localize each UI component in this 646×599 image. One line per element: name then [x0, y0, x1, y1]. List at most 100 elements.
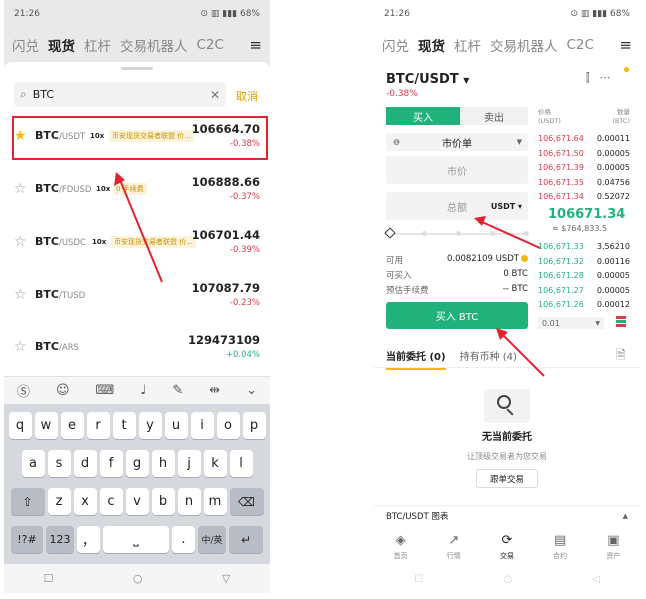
sogou-icon[interactable]: Ⓢ — [17, 381, 30, 400]
slider-tick[interactable] — [456, 231, 461, 236]
buy-btc-button[interactable]: 买入 BTC — [386, 302, 528, 329]
orderbook-layout-icon[interactable] — [616, 316, 626, 328]
home-icon[interactable]: ○ — [503, 574, 512, 585]
key-x[interactable]: x — [73, 488, 97, 515]
slider-handle[interactable] — [384, 227, 396, 239]
orderbook-row[interactable]: 106,671.26 0.00012 — [538, 300, 630, 309]
slider-tick[interactable] — [524, 231, 529, 236]
enter-key[interactable]: ↵ — [229, 526, 263, 553]
tab-margin[interactable]: 杠杆 — [84, 35, 111, 55]
pair-selector[interactable]: BTC/USDT ▼ — [386, 72, 469, 87]
precision-select[interactable]: 0.01 ▼ — [538, 317, 604, 329]
sell-tab[interactable]: 卖出 — [460, 107, 528, 125]
cancel-button[interactable]: 取消 — [236, 88, 258, 104]
comma-key[interactable]: ， — [77, 526, 100, 553]
sheet-grabber[interactable] — [121, 67, 153, 70]
result-row[interactable]: ☆ BTC/USDC 10x 币安现货交易者联盟 价... 106701.44 … — [4, 220, 270, 272]
star-icon[interactable]: ☆ — [14, 287, 27, 303]
tab-trade[interactable]: ⟳ 交易 — [500, 533, 514, 561]
symbol-key[interactable]: !?# — [11, 526, 43, 553]
amount-field[interactable]: 总额 USDT ▾ — [386, 192, 528, 220]
tab-flash-swap[interactable]: 闪兑 — [382, 35, 409, 55]
order-history-icon[interactable]: 🗎 — [616, 346, 626, 367]
key-y[interactable]: y — [138, 412, 162, 439]
key-d[interactable]: d — [73, 450, 97, 477]
key-m[interactable]: m — [203, 488, 227, 515]
amount-slider[interactable] — [384, 227, 529, 239]
back-icon[interactable]: ◁ — [592, 574, 600, 585]
clear-icon[interactable]: ✕ — [210, 88, 220, 102]
chart-toggle-bar[interactable]: BTC/USDT 图表 ▲ — [374, 505, 640, 525]
language-key[interactable]: 中/英 — [198, 526, 226, 553]
orderbook-row[interactable]: 106,671.32 0.00116 — [538, 257, 630, 266]
key-a[interactable]: a — [21, 450, 45, 477]
key-u[interactable]: u — [164, 412, 188, 439]
microphone-icon[interactable]: ♩ — [140, 383, 146, 398]
tab-assets[interactable]: ▣ 资产 — [606, 533, 620, 561]
slider-tick[interactable] — [490, 231, 495, 236]
key-f[interactable]: f — [99, 450, 123, 477]
key-b[interactable]: b — [151, 488, 175, 515]
key-c[interactable]: c — [99, 488, 123, 515]
shift-key[interactable]: ⇧ — [10, 488, 45, 515]
back-icon[interactable]: ▽ — [222, 572, 230, 585]
key-j[interactable]: j — [177, 450, 201, 477]
key-q[interactable]: q — [8, 412, 32, 439]
orderbook-row[interactable]: 106,671.34 0.52072 — [538, 192, 630, 201]
orderbook-row[interactable]: 106,671.50 0.00005 — [538, 149, 630, 158]
cursor-icon[interactable]: ⇹ — [209, 383, 220, 398]
key-z[interactable]: z — [47, 488, 71, 515]
home-icon[interactable]: ○ — [133, 572, 143, 585]
key-p[interactable]: p — [242, 412, 266, 439]
tab-spot[interactable]: 现货 — [418, 35, 445, 55]
number-key[interactable]: 123 — [46, 526, 74, 553]
recent-apps-icon[interactable]: ☐ — [414, 574, 423, 585]
backspace-key[interactable]: ⌫ — [229, 488, 264, 515]
more-icon[interactable]: ⋯ — [600, 71, 621, 84]
orderbook-row[interactable]: 106,671.35 0.04756 — [538, 178, 630, 187]
orderbook-row[interactable]: 106,671.33 3.56210 — [538, 242, 630, 251]
orderbook-row[interactable]: 106,671.39 0.00005 — [538, 163, 630, 172]
key-k[interactable]: k — [203, 450, 227, 477]
tab-margin[interactable]: 杠杆 — [454, 35, 481, 55]
orderbook-row[interactable]: 106,671.27 0.00005 — [538, 286, 630, 295]
key-i[interactable]: i — [190, 412, 214, 439]
emoji-icon[interactable]: ☺ — [56, 383, 70, 398]
orderbook-row[interactable]: 106,671.28 0.00005 — [538, 271, 630, 280]
tab-futures[interactable]: ▤ 合约 — [553, 533, 567, 561]
copy-trading-button[interactable]: 跟单交易 — [476, 469, 538, 488]
key-g[interactable]: g — [125, 450, 149, 477]
price-field[interactable]: 市价 — [386, 156, 528, 184]
keyboard-icon[interactable]: ⌨ — [96, 383, 115, 398]
tab-c2c[interactable]: C2C — [197, 37, 224, 53]
result-row[interactable]: ☆ BTC/TUSD 107087.79 -0.23% — [4, 273, 270, 325]
orderbook-row[interactable]: 106,671.64 0.00011 — [538, 134, 630, 143]
result-row[interactable]: ☆ BTC/FDUSD 10x 0 手续费 106888.66 -0.37% — [4, 167, 270, 219]
amount-unit-select[interactable]: USDT ▾ — [491, 202, 522, 211]
search-input[interactable]: ⌕ BTC ✕ — [14, 82, 226, 107]
key-w[interactable]: w — [34, 412, 58, 439]
key-n[interactable]: n — [177, 488, 201, 515]
tab-markets[interactable]: ↗ 行情 — [447, 533, 461, 561]
tab-trading-bots[interactable]: 交易机器人 — [490, 35, 558, 55]
tab-home[interactable]: ◈ 首页 — [394, 533, 408, 561]
candlestick-icon[interactable]: ⫿ — [586, 71, 600, 84]
tab-c2c[interactable]: C2C — [567, 37, 594, 53]
collapse-icon[interactable]: ⌄ — [246, 383, 257, 398]
recent-apps-icon[interactable]: ☐ — [44, 572, 54, 585]
order-type-select[interactable]: ❶ 市价单 ▼ — [386, 133, 528, 151]
info-icon[interactable]: ❶ — [393, 138, 400, 147]
star-icon[interactable]: ☆ — [14, 234, 27, 250]
key-r[interactable]: r — [86, 412, 110, 439]
space-key[interactable]: ⎵ — [103, 526, 169, 553]
buy-tab[interactable]: 买入 — [386, 107, 460, 125]
key-s[interactable]: s — [47, 450, 71, 477]
handwriting-icon[interactable]: ✎ — [172, 383, 183, 398]
key-t[interactable]: t — [112, 412, 136, 439]
period-key[interactable]: . — [172, 526, 195, 553]
menu-icon[interactable]: ≡ — [619, 36, 632, 54]
menu-icon[interactable]: ≡ — [249, 36, 262, 54]
key-e[interactable]: e — [60, 412, 84, 439]
result-row[interactable]: ☆ BTC/ARS 129473109 +0.04% — [4, 325, 270, 377]
tab-trading-bots[interactable]: 交易机器人 — [120, 35, 188, 55]
